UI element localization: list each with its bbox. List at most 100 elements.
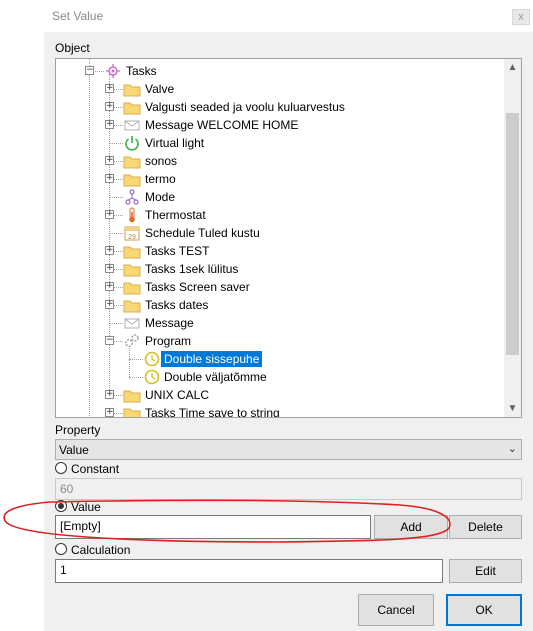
- delete-button[interactable]: Delete: [449, 515, 522, 539]
- thermometer-icon: [123, 207, 141, 223]
- chevron-down-icon: ⌄: [507, 443, 517, 455]
- tree-item-label: Double väljatõmme: [164, 370, 267, 384]
- scroll-down-icon[interactable]: ▼: [504, 400, 521, 417]
- expand-icon[interactable]: +: [105, 102, 114, 111]
- tree-item-label: Valve: [145, 82, 175, 96]
- folder-icon: [123, 387, 141, 403]
- property-select[interactable]: Value ⌄: [55, 439, 522, 460]
- tree-item-label: Tasks dates: [145, 298, 209, 312]
- calculation-label: Calculation: [71, 543, 131, 557]
- mode-icon: [123, 189, 141, 205]
- clock-icon: [143, 369, 161, 385]
- expand-icon[interactable]: +: [105, 282, 114, 291]
- value-radio[interactable]: [55, 500, 67, 512]
- constant-input[interactable]: 60: [55, 478, 522, 500]
- object-label: Object: [55, 41, 90, 55]
- tree-item[interactable]: + Tasks Time save to string: [56, 404, 504, 418]
- tree-item[interactable]: + Thermostat: [56, 206, 504, 224]
- expand-icon[interactable]: +: [105, 390, 114, 399]
- folder-icon: [123, 261, 141, 277]
- calendar-day: 29: [128, 234, 136, 241]
- title-bar: Set Value x: [44, 0, 533, 32]
- add-button[interactable]: Add: [374, 515, 448, 539]
- expand-icon[interactable]: +: [105, 120, 114, 129]
- tree-item-label: Double sissepuhe: [161, 351, 263, 367]
- tree-connector: [109, 143, 123, 144]
- tree-item[interactable]: Message: [56, 314, 504, 332]
- tree-item[interactable]: + Tasks 1sek lülitus: [56, 260, 504, 278]
- tree-item[interactable]: + Tasks Screen saver: [56, 278, 504, 296]
- cancel-button[interactable]: Cancel: [358, 594, 434, 626]
- expand-icon[interactable]: +: [105, 246, 114, 255]
- tree-item[interactable]: + Valgusti seaded ja voolu kuluarvestus: [56, 98, 504, 116]
- constant-radio[interactable]: [55, 462, 67, 474]
- tree-item[interactable]: + Message WELCOME HOME: [56, 116, 504, 134]
- tree-item-label: Tasks TEST: [145, 244, 210, 258]
- scroll-up-icon[interactable]: ▲: [504, 59, 521, 76]
- power-icon: [123, 135, 141, 151]
- tree-item[interactable]: − Program: [56, 332, 504, 350]
- expand-icon[interactable]: +: [105, 300, 114, 309]
- tree-item-label: Mode: [145, 190, 176, 204]
- tree-item[interactable]: Double sissepuhe: [56, 350, 504, 368]
- tree-item-label: sonos: [145, 154, 178, 168]
- clock-icon: [143, 351, 161, 367]
- tree-connector: [109, 197, 123, 198]
- tree-item-label: Tasks Time save to string: [145, 406, 280, 418]
- envelope-icon: [123, 117, 141, 133]
- tree-item-label: Schedule Tuled kustu: [145, 226, 260, 240]
- object-tree[interactable]: − Tasks + Valve + Valgusti seaded ja voolu ku…: [55, 58, 522, 418]
- folder-icon: [123, 297, 141, 313]
- tree-item[interactable]: Mode: [56, 188, 504, 206]
- tree-item[interactable]: + termo: [56, 170, 504, 188]
- tree-item-label: UNIX CALC: [145, 388, 210, 402]
- tree-item[interactable]: Virtual light: [56, 134, 504, 152]
- calculation-input[interactable]: 1: [55, 559, 443, 583]
- property-label: Property: [55, 423, 101, 437]
- tree-item[interactable]: + UNIX CALC: [56, 386, 504, 404]
- value-label: Value: [71, 500, 101, 514]
- tree-item-label: Tasks: [126, 64, 157, 78]
- folder-icon: [123, 153, 141, 169]
- tree-item[interactable]: − Tasks: [56, 62, 504, 80]
- folder-icon: [123, 279, 141, 295]
- gear-icon: [123, 333, 141, 349]
- tree-item-label: Virtual light: [145, 136, 205, 150]
- tree-scrollbar[interactable]: ▲ ▼: [504, 59, 521, 417]
- constant-label: Constant: [71, 462, 120, 476]
- scroll-thumb[interactable]: [506, 113, 519, 355]
- expand-icon[interactable]: +: [105, 156, 114, 165]
- property-select-value: Value: [59, 443, 89, 457]
- tree-item[interactable]: 29 Schedule Tuled kustu: [56, 224, 504, 242]
- tree-item[interactable]: Double väljatõmme: [56, 368, 504, 386]
- folder-icon: [123, 405, 141, 417]
- folder-icon: [123, 99, 141, 115]
- envelope-icon: [123, 315, 141, 331]
- tree-connector: [129, 377, 143, 378]
- tree-item-label: Tasks 1sek lülitus: [145, 262, 239, 276]
- expand-icon[interactable]: +: [105, 210, 114, 219]
- edit-button[interactable]: Edit: [449, 559, 522, 583]
- collapse-icon[interactable]: −: [105, 336, 114, 345]
- expand-icon[interactable]: +: [105, 84, 114, 93]
- folder-icon: [123, 171, 141, 187]
- tree-item-label: Valgusti seaded ja voolu kuluarvestus: [145, 100, 345, 114]
- expand-icon[interactable]: +: [105, 408, 114, 417]
- tree-item-label: termo: [145, 172, 176, 186]
- background-strip: [0, 0, 44, 631]
- tree-item[interactable]: + sonos: [56, 152, 504, 170]
- tree-item[interactable]: + Tasks dates: [56, 296, 504, 314]
- tasks-icon: [104, 63, 122, 79]
- expand-icon[interactable]: +: [105, 264, 114, 273]
- ok-button[interactable]: OK: [446, 594, 522, 626]
- tree-item[interactable]: + Valve: [56, 80, 504, 98]
- expand-icon[interactable]: +: [105, 174, 114, 183]
- tree-item-label: Message WELCOME HOME: [145, 118, 299, 132]
- tree-item[interactable]: + Tasks TEST: [56, 242, 504, 260]
- collapse-icon[interactable]: −: [85, 66, 94, 75]
- tree-connector: [109, 323, 123, 324]
- calculation-radio[interactable]: [55, 543, 67, 555]
- value-input[interactable]: [Empty]: [55, 515, 371, 539]
- tree-item-label: Thermostat: [145, 208, 206, 222]
- close-button[interactable]: x: [512, 9, 530, 25]
